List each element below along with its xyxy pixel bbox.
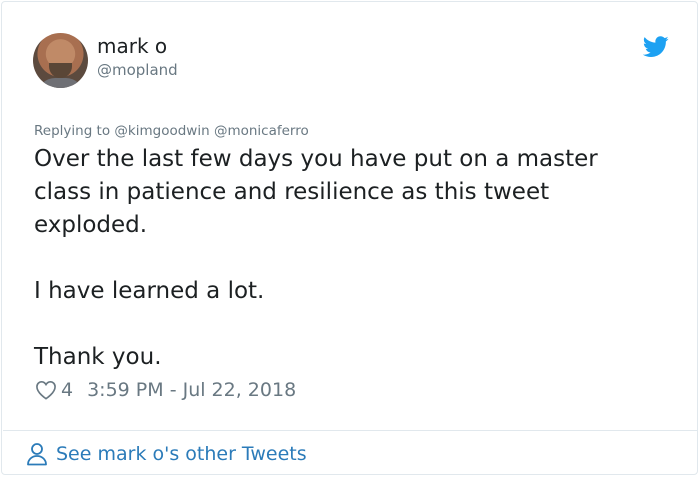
tweet-meta: 4 3:59 PM - Jul 22, 2018 <box>35 378 296 402</box>
avatar-beard <box>49 63 72 78</box>
author-avatar[interactable] <box>33 33 88 88</box>
reply-mention-monicaferro[interactable]: @monicaferro <box>214 123 309 139</box>
tweet-text: Over the last few days you have put on a… <box>34 146 598 370</box>
tweet-timestamp[interactable]: 3:59 PM - Jul 22, 2018 <box>87 379 296 401</box>
replying-to-label: Replying to <box>34 123 111 139</box>
see-other-tweets-label: See mark o's other Tweets <box>56 443 307 465</box>
embedded-tweet-card: mark o @mopland Replying to @kimgoodwin … <box>1 1 698 475</box>
twitter-bird-icon[interactable] <box>643 36 669 58</box>
reply-mention-kimgoodwin[interactable]: @kimgoodwin <box>114 123 209 139</box>
author-handle[interactable]: @mopland <box>97 60 178 80</box>
footer-divider <box>3 430 698 431</box>
avatar-shirt <box>37 78 84 88</box>
heart-icon[interactable] <box>35 380 57 400</box>
see-other-tweets-link[interactable]: See mark o's other Tweets <box>26 442 307 466</box>
person-icon <box>27 443 47 466</box>
like-count[interactable]: 4 <box>61 379 73 401</box>
author-display-name[interactable]: mark o <box>97 34 167 58</box>
replying-to-line: Replying to @kimgoodwin @monicaferro <box>34 122 309 140</box>
